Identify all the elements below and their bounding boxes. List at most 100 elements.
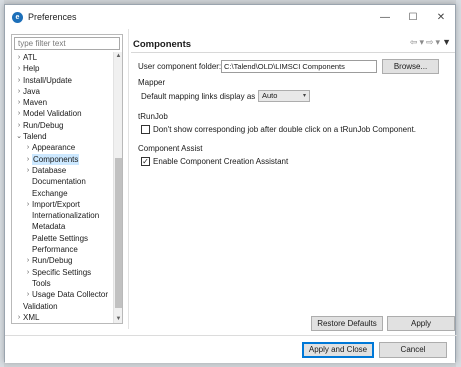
trunjob-checkbox-row[interactable]: Don't show corresponding job after doubl…: [141, 125, 416, 134]
tree-item-label: Palette Settings: [32, 233, 89, 243]
restore-defaults-button[interactable]: Restore Defaults: [311, 316, 383, 331]
chevron-right-icon[interactable]: ›: [24, 142, 32, 153]
tree-item-label: XML: [23, 312, 40, 322]
tree-item-label: Help: [23, 64, 40, 74]
trunjob-checkbox[interactable]: [141, 125, 150, 134]
scrollbar-thumb[interactable]: [115, 158, 122, 308]
app-icon: e: [12, 11, 23, 23]
tree-item[interactable]: Palette Settings: [12, 233, 114, 244]
view-menu-icon[interactable]: ▼: [442, 37, 451, 48]
mapper-header: Mapper: [138, 78, 166, 87]
chevron-right-icon[interactable]: ›: [15, 75, 23, 86]
tree-item[interactable]: Tools: [12, 278, 114, 289]
tree-item[interactable]: › Import/Export: [12, 199, 114, 210]
tree-item-label: Model Validation: [23, 109, 82, 119]
tree-item[interactable]: › Components: [12, 153, 114, 165]
maximize-button[interactable]: ☐: [399, 5, 427, 29]
forward-dropdown-icon[interactable]: ▾: [436, 37, 441, 48]
chevron-right-icon[interactable]: ›: [24, 199, 32, 210]
title-separator: [131, 52, 455, 53]
tree-item[interactable]: Validation: [12, 301, 114, 312]
chevron-right-icon[interactable]: ›: [15, 312, 23, 323]
tree-item[interactable]: Exchange: [12, 188, 114, 199]
close-button[interactable]: ✕: [427, 5, 455, 29]
trunjob-header: tRunJob: [138, 112, 168, 121]
tree-item[interactable]: › Specific Settings: [12, 267, 114, 278]
chevron-right-icon[interactable]: ›: [15, 52, 23, 63]
chevron-right-icon[interactable]: ›: [24, 154, 32, 165]
assist-header: Component Assist: [138, 144, 203, 153]
tree-item[interactable]: › ATL: [12, 52, 114, 63]
tree-item[interactable]: › Install/Update: [12, 75, 114, 86]
tree-item[interactable]: › Appearance: [12, 142, 114, 153]
tree-item-label: Talend: [23, 132, 47, 142]
chevron-right-icon[interactable]: ›: [15, 108, 23, 119]
preference-page: Components ⇦ ▾ ⇨ ▾ ▼ User component fold…: [131, 29, 455, 331]
forward-arrow-icon[interactable]: ⇨: [426, 37, 434, 48]
tree-item-label: Exchange: [32, 188, 68, 198]
tree-item[interactable]: › Help: [12, 63, 114, 74]
back-dropdown-icon[interactable]: ▾: [419, 37, 424, 48]
mapping-select-value: Auto: [262, 91, 278, 100]
pane-divider[interactable]: [128, 29, 129, 329]
tree-item[interactable]: Documentation: [12, 176, 114, 187]
chevron-down-icon[interactable]: ⌄: [15, 131, 23, 142]
minimize-button[interactable]: —: [371, 5, 399, 29]
mapping-label: Default mapping links display as :: [141, 92, 260, 101]
preferences-tree: › ATL › Help › Install/Update › Java › Maven › Mode…: [12, 52, 114, 323]
tree-item[interactable]: › Model Validation: [12, 108, 114, 119]
chevron-right-icon[interactable]: ›: [15, 120, 23, 131]
footer-separator: [5, 335, 457, 336]
assist-checkbox-row[interactable]: ✓ Enable Component Creation Assistant: [141, 157, 288, 166]
window-title: Preferences: [28, 12, 77, 22]
tree-item[interactable]: › XML: [12, 312, 114, 323]
trunjob-checkbox-label: Don't show corresponding job after doubl…: [153, 125, 417, 134]
tree-scrollbar[interactable]: ▲ ▼: [113, 52, 122, 323]
chevron-right-icon[interactable]: ›: [15, 97, 23, 108]
tree-item-label: Specific Settings: [32, 267, 92, 277]
chevron-right-icon[interactable]: ›: [15, 86, 23, 97]
tree-item-label: Java: [23, 86, 40, 96]
tree-item-label: Run/Debug: [23, 120, 64, 130]
tree-item-label: Appearance: [32, 143, 76, 153]
checkmark-icon: ✓: [142, 157, 149, 166]
tree-item[interactable]: › Maven: [12, 97, 114, 108]
chevron-right-icon[interactable]: ›: [15, 63, 23, 74]
tree-item-label: Tools: [32, 278, 51, 288]
tree-item[interactable]: Metadata: [12, 221, 114, 232]
scroll-down-icon[interactable]: ▼: [114, 316, 123, 322]
tree-item[interactable]: Performance: [12, 244, 114, 255]
browse-button[interactable]: Browse...: [382, 59, 439, 74]
scroll-up-icon[interactable]: ▲: [114, 53, 123, 59]
filter-input[interactable]: type filter text: [14, 37, 120, 50]
tree-item-label: Usage Data Collector: [32, 290, 109, 300]
component-folder-input[interactable]: C:\Talend\OLD\LIMSCI Components: [221, 60, 377, 73]
tree-item-label: Performance: [32, 245, 78, 255]
apply-button[interactable]: Apply: [387, 316, 455, 331]
tree-item-label: Run/Debug: [32, 256, 73, 266]
chevron-right-icon[interactable]: ›: [24, 165, 32, 176]
cancel-button[interactable]: Cancel: [379, 342, 447, 358]
tree-item[interactable]: ⌄ Talend: [12, 131, 114, 142]
tree-item-label: ATL: [23, 53, 38, 62]
apply-and-close-button[interactable]: Apply and Close: [302, 342, 374, 358]
page-title: Components: [133, 39, 192, 50]
dialog-body: type filter text › ATL › Help › Install/Updat…: [5, 29, 457, 363]
tree-item[interactable]: › Usage Data Collector: [12, 289, 114, 300]
tree-item[interactable]: › Run/Debug: [12, 255, 114, 266]
tree-item-label: Install/Update: [23, 75, 72, 85]
tree-item[interactable]: › Run/Debug: [12, 120, 114, 131]
tree-item[interactable]: › Database: [12, 165, 114, 176]
assist-checkbox[interactable]: ✓: [141, 157, 150, 166]
tree-item[interactable]: Internationalization: [12, 210, 114, 221]
back-arrow-icon[interactable]: ⇦: [410, 37, 418, 48]
mapping-display-select[interactable]: Auto ▾: [258, 90, 310, 102]
tree-item-label: Metadata: [32, 222, 66, 232]
tree-item[interactable]: › Java: [12, 86, 114, 97]
chevron-right-icon[interactable]: ›: [24, 289, 32, 300]
tree-item-label: Validation: [23, 301, 58, 311]
chevron-right-icon[interactable]: ›: [24, 267, 32, 278]
chevron-right-icon[interactable]: ›: [24, 255, 32, 266]
folder-label: User component folder:: [138, 62, 222, 71]
preferences-dialog: e Preferences — ☐ ✕ type filter text › AT…: [4, 4, 457, 363]
